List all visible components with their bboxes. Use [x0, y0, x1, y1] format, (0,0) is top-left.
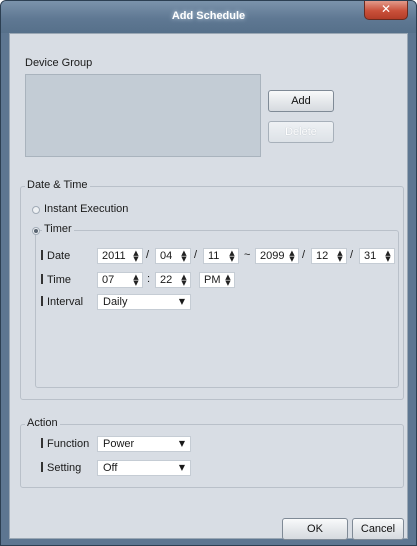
- interval-label: Interval: [41, 296, 83, 308]
- updown-spin-icon[interactable]: ▲ ▼: [180, 274, 188, 287]
- add-schedule-window: Add Schedule ✕ Device Group Add Delete D…: [0, 0, 417, 546]
- close-icon: ✕: [380, 2, 392, 16]
- start-month-value: 04: [160, 250, 173, 262]
- instant-execution-radio[interactable]: [32, 206, 40, 214]
- action-label: Action: [25, 417, 60, 429]
- dialog-body: Device Group Add Delete Date & Time Inst…: [9, 33, 408, 540]
- action-group: [20, 424, 404, 488]
- range-separator: ~: [244, 249, 251, 261]
- ok-button[interactable]: OK: [282, 518, 348, 540]
- updown-spin-icon[interactable]: ▲ ▼: [336, 250, 344, 263]
- setting-value: Off: [103, 462, 118, 474]
- ampm-spinner[interactable]: PM ▲ ▼: [199, 272, 235, 288]
- date-label: Date: [41, 250, 70, 262]
- end-year-spinner[interactable]: 2099 ▲ ▼: [255, 248, 299, 264]
- start-year-spinner[interactable]: 2011 ▲ ▼: [97, 248, 143, 264]
- updown-spin-icon[interactable]: ▲ ▼: [132, 274, 140, 287]
- timer-label[interactable]: Timer: [42, 223, 74, 235]
- delete-button[interactable]: Delete: [268, 121, 334, 143]
- minute-value: 22: [160, 274, 173, 286]
- time-separator: :: [147, 273, 151, 285]
- start-day-spinner[interactable]: 11 ▲ ▼: [203, 248, 239, 264]
- date-separator: /: [194, 249, 198, 261]
- ampm-value: PM: [204, 274, 221, 286]
- updown-spin-icon[interactable]: ▲ ▼: [288, 250, 296, 263]
- add-button[interactable]: Add: [268, 90, 334, 112]
- instant-execution-label[interactable]: Instant Execution: [44, 203, 128, 215]
- updown-spin-icon[interactable]: ▲ ▼: [224, 274, 232, 287]
- chevron-down-icon[interactable]: ▼: [179, 439, 185, 448]
- end-month-value: 12: [316, 250, 329, 262]
- minute-spinner[interactable]: 22 ▲ ▼: [155, 272, 191, 288]
- window-title: Add Schedule: [171, 10, 246, 22]
- function-dropdown[interactable]: Power ▼: [97, 436, 191, 452]
- end-year-value: 2099: [260, 250, 285, 262]
- updown-spin-icon[interactable]: ▲ ▼: [132, 250, 140, 263]
- chevron-down-icon[interactable]: ▼: [179, 297, 185, 306]
- interval-dropdown[interactable]: Daily ▼: [97, 294, 191, 310]
- end-month-spinner[interactable]: 12 ▲ ▼: [311, 248, 347, 264]
- device-group-label: Device Group: [25, 57, 93, 69]
- date-separator: /: [302, 249, 306, 261]
- setting-dropdown[interactable]: Off ▼: [97, 460, 191, 476]
- start-month-spinner[interactable]: 04 ▲ ▼: [155, 248, 191, 264]
- time-label: Time: [41, 274, 71, 286]
- hour-spinner[interactable]: 07 ▲ ▼: [97, 272, 143, 288]
- updown-spin-icon[interactable]: ▲ ▼: [180, 250, 188, 263]
- updown-spin-icon[interactable]: ▲ ▼: [228, 250, 236, 263]
- function-value: Power: [103, 438, 135, 450]
- setting-label: Setting: [41, 462, 81, 474]
- device-group-list[interactable]: [25, 74, 261, 157]
- date-separator: /: [350, 249, 354, 261]
- date-separator: /: [146, 249, 150, 261]
- interval-value: Daily: [103, 296, 128, 308]
- start-year-value: 2011: [102, 250, 126, 262]
- start-day-value: 11: [208, 250, 220, 262]
- title-bar[interactable]: Add Schedule ✕: [1, 1, 416, 33]
- chevron-down-icon[interactable]: ▼: [179, 463, 185, 472]
- timer-radio[interactable]: [32, 227, 40, 235]
- cancel-button[interactable]: Cancel: [352, 518, 404, 540]
- end-day-value: 31: [364, 250, 377, 262]
- updown-spin-icon[interactable]: ▲ ▼: [384, 250, 392, 263]
- end-day-spinner[interactable]: 31 ▲ ▼: [359, 248, 395, 264]
- date-time-label: Date & Time: [25, 179, 90, 191]
- function-label: Function: [41, 438, 89, 450]
- close-button[interactable]: ✕: [364, 1, 408, 20]
- hour-value: 07: [102, 274, 115, 286]
